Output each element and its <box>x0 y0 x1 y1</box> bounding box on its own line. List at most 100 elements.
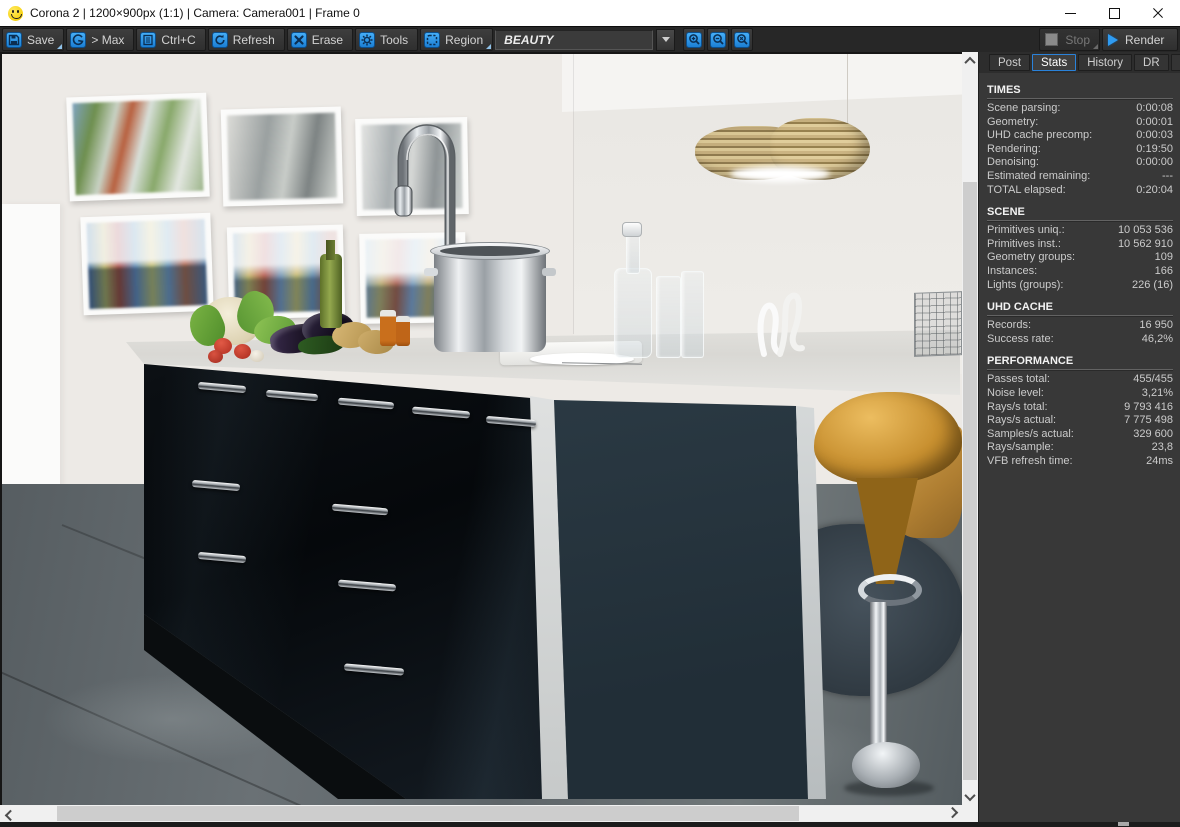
to-max-button[interactable]: > Max <box>66 28 135 51</box>
tab-dr[interactable]: DR <box>1134 54 1169 71</box>
tomato <box>234 344 251 359</box>
white-sculpture <box>757 292 805 357</box>
stat-value: 226 (16) <box>1132 278 1173 291</box>
render-viewport <box>0 52 962 805</box>
vertical-scroll-thumb[interactable] <box>963 182 977 780</box>
stat-label: Passes total: <box>987 373 1050 386</box>
close-button[interactable] <box>1136 0 1180 26</box>
spice-jar <box>380 310 396 346</box>
stat-row: Scene parsing: 0:00:08 <box>987 102 1173 116</box>
scroll-down-button[interactable] <box>962 788 978 805</box>
stats-panel: Post Stats History DR LightMix TIMES Sce… <box>978 52 1180 822</box>
copy-label: Ctrl+C <box>161 32 196 47</box>
stat-label: Estimated remaining: <box>987 169 1091 182</box>
chevron-left-icon <box>4 809 16 821</box>
window-bottom-edge <box>0 822 1180 827</box>
refresh-icon <box>211 31 228 48</box>
stat-label: Geometry: <box>987 115 1039 128</box>
window-resize-notch <box>1118 822 1129 826</box>
play-render-icon <box>1108 33 1118 46</box>
zoom-in-icon <box>686 31 703 48</box>
stat-row: Denoising: 0:00:00 <box>987 156 1173 170</box>
tools-button[interactable]: Tools <box>355 28 419 51</box>
drinking-glass <box>656 276 681 358</box>
stool-column <box>870 602 887 750</box>
stat-row: Rays/s actual: 7 775 498 <box>987 414 1173 428</box>
stop-label: Stop <box>1065 32 1090 47</box>
scroll-right-button[interactable] <box>945 805 962 822</box>
chevron-down-icon <box>661 37 670 42</box>
toolbar: Save > Max Ctrl+C Refresh Erase Tools Re… <box>0 26 1180 52</box>
stat-row: VFB refresh time: 24ms <box>987 455 1173 469</box>
water-bottle-body <box>614 268 652 358</box>
picture-frame-2 <box>220 106 344 207</box>
tomato <box>208 350 223 363</box>
cooking-pot <box>434 250 546 352</box>
stat-value: --- <box>1162 169 1173 182</box>
erase-button[interactable]: Erase <box>286 28 354 51</box>
scroll-up-button[interactable] <box>962 52 978 69</box>
stat-row: Samples/s actual: 329 600 <box>987 428 1173 442</box>
lamp-glow <box>730 166 830 182</box>
stop-button[interactable]: Stop <box>1039 28 1100 51</box>
scroll-left-button[interactable] <box>0 805 17 822</box>
stat-value: 23,8 <box>1151 441 1173 454</box>
region-button[interactable]: Region <box>420 28 494 51</box>
stats-section-scene: SCENE Primitives uniq.: 10 053 536 Primiti… <box>987 206 1173 292</box>
stat-row: TOTAL elapsed: 0:20:04 <box>987 184 1173 198</box>
pot-handle <box>424 268 438 276</box>
tab-history[interactable]: History <box>1078 54 1133 71</box>
gear-icon <box>359 31 376 48</box>
stat-label: Records: <box>987 319 1032 332</box>
horizontal-scrollbar[interactable] <box>0 805 962 822</box>
zoom-reset-button[interactable] <box>731 28 754 51</box>
maximize-button[interactable] <box>1092 0 1136 26</box>
stat-label: Rendering: <box>987 142 1041 155</box>
stat-value: 166 <box>1154 264 1173 277</box>
render-canvas[interactable] <box>2 54 962 805</box>
stat-label: Primitives inst.: <box>987 237 1061 250</box>
tab-stats[interactable]: Stats <box>1032 54 1077 71</box>
stool-seat <box>814 392 962 484</box>
stat-value: 0:00:03 <box>1136 129 1173 142</box>
refresh-label: Refresh <box>232 32 275 47</box>
stat-label: Primitives uniq.: <box>987 224 1065 237</box>
render-element-dropdown-button[interactable] <box>656 28 676 51</box>
zoom-in-button[interactable] <box>683 28 706 51</box>
refresh-button[interactable]: Refresh <box>207 28 285 51</box>
stat-row: Instances: 166 <box>987 265 1173 279</box>
stat-label: Instances: <box>987 264 1038 277</box>
tab-lightmix[interactable]: LightMix <box>1170 54 1180 71</box>
stat-row: Success rate: 46,2% <box>987 333 1173 347</box>
region-label: Region <box>445 32 484 47</box>
stat-label: Rays/sample: <box>987 441 1054 454</box>
stat-value: 24ms <box>1146 454 1173 467</box>
vertical-scrollbar[interactable] <box>962 52 978 805</box>
section-rows: Scene parsing: 0:00:08 Geometry: 0:00:01 UHD… <box>987 102 1173 197</box>
stat-row: UHD cache precomp: 0:00:03 <box>987 129 1173 143</box>
tab-post[interactable]: Post <box>989 54 1031 71</box>
zoom-out-button[interactable] <box>707 28 730 51</box>
stat-row: Rendering: 0:19:50 <box>987 143 1173 157</box>
stat-label: Rays/s actual: <box>987 414 1057 427</box>
picture-image <box>226 112 338 201</box>
spice-jar <box>396 316 410 346</box>
to-max-label: > Max <box>91 32 125 47</box>
stat-value: 0:00:01 <box>1136 115 1173 128</box>
minimize-button[interactable] <box>1048 0 1092 26</box>
stat-value: 3,21% <box>1141 386 1173 399</box>
render-element-select[interactable]: BEAUTY <box>495 29 654 50</box>
stat-value: 10 053 536 <box>1117 224 1173 237</box>
render-button[interactable]: Render <box>1102 28 1178 51</box>
stat-value: 0:00:08 <box>1136 102 1173 114</box>
chevron-down-icon <box>964 789 976 801</box>
stat-label: Lights (groups): <box>987 278 1064 291</box>
stat-value: 455/455 <box>1133 373 1173 386</box>
horizontal-scroll-thumb[interactable] <box>57 806 799 821</box>
copy-button[interactable]: Ctrl+C <box>136 28 206 51</box>
wire-basket <box>914 291 962 357</box>
stat-row: Rays/sample: 23,8 <box>987 441 1173 455</box>
render-element-value: BEAUTY <box>504 32 554 47</box>
save-button[interactable]: Save <box>2 28 65 51</box>
stats-section-uhd-cache: UHD CACHE Records: 16 950 Success rate: 46,… <box>987 301 1173 346</box>
